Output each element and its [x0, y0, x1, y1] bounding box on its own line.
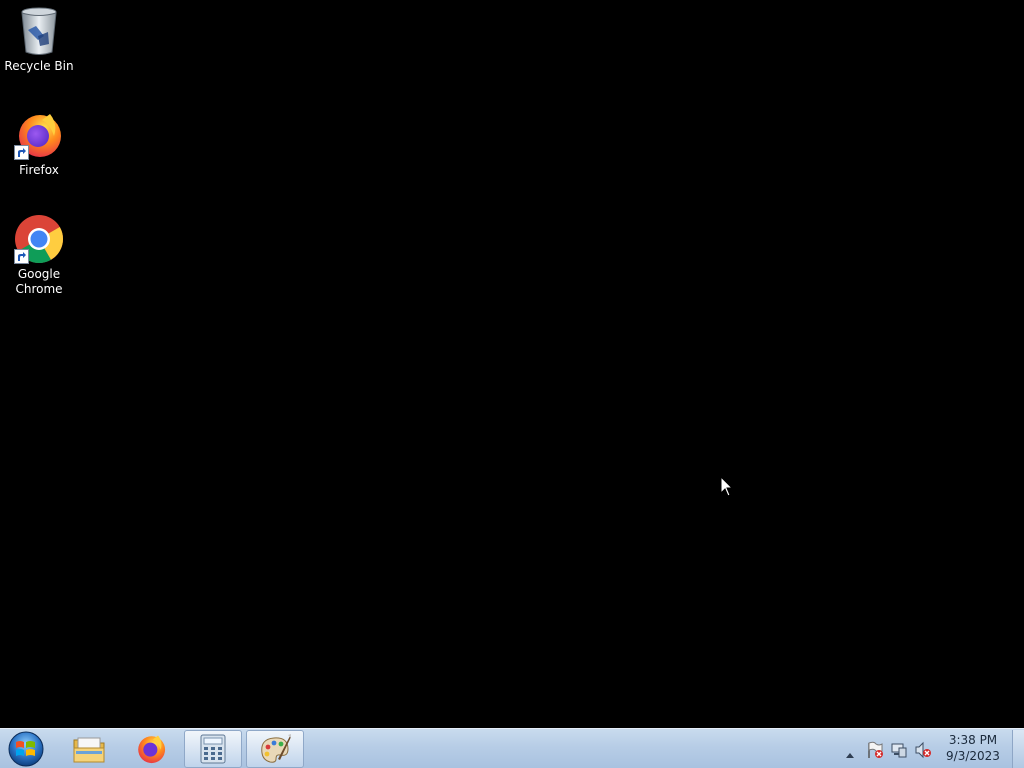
shortcut-arrow-icon [14, 249, 29, 264]
firefox-icon [14, 110, 64, 160]
calculator-icon [200, 734, 226, 764]
taskbar: 3:38 PM 9/3/2023 [0, 728, 1024, 768]
show-hidden-icons-button[interactable] [845, 744, 855, 763]
desktop-icon-label: Recycle Bin [4, 59, 74, 73]
taskbar-firefox-button[interactable] [122, 730, 180, 768]
firefox-icon [138, 735, 166, 764]
desktop-icon-label: Firefox [19, 163, 59, 177]
paint-palette-icon [261, 734, 291, 763]
start-orb-icon [8, 731, 44, 767]
start-button[interactable] [4, 730, 50, 768]
clock-time: 3:38 PM [948, 733, 998, 747]
desktop-icon-firefox[interactable]: Firefox [4, 110, 74, 178]
desktop-icon-google-chrome[interactable]: Google Chrome [4, 214, 74, 297]
clock-date: 9/3/2023 [946, 749, 1000, 763]
show-desktop-button[interactable] [1012, 730, 1024, 768]
shortcut-arrow-icon [14, 145, 29, 160]
taskbar-paint-button[interactable] [246, 730, 304, 768]
system-clock[interactable]: 3:38 PM 9/3/2023 [940, 732, 1006, 764]
desktop-icon-recycle-bin[interactable]: Recycle Bin [4, 6, 74, 74]
mouse-pointer-icon [720, 475, 734, 502]
folder-icon [73, 737, 105, 763]
action-center-button[interactable] [866, 741, 884, 763]
network-icon [891, 743, 907, 758]
action-center-flag-icon [868, 741, 883, 758]
desktop[interactable]: Recycle Bin Firefox Google Chrome [0, 0, 1024, 728]
desktop-icon-label: Google Chrome [15, 267, 63, 296]
chevron-up-icon [846, 753, 854, 758]
network-button[interactable] [890, 741, 908, 763]
taskbar-calculator-button[interactable] [184, 730, 242, 768]
volume-button[interactable] [914, 741, 932, 763]
chrome-icon [14, 214, 64, 264]
taskbar-explorer-button[interactable] [60, 730, 118, 768]
recycle-bin-icon [14, 6, 64, 56]
volume-muted-icon [915, 741, 931, 759]
